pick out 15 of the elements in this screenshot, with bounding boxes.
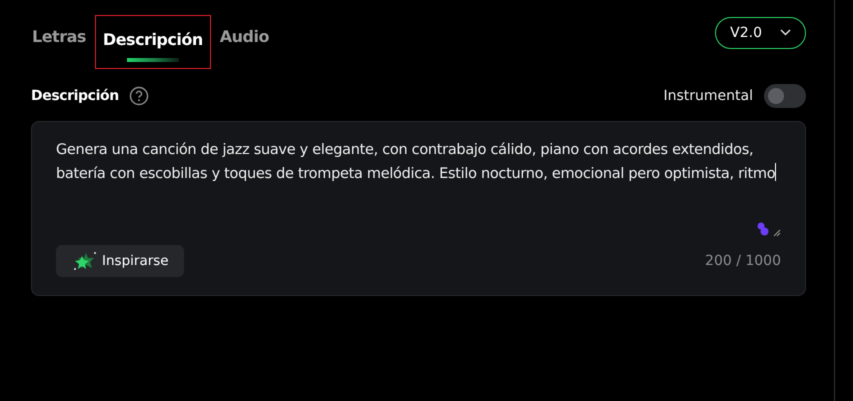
tab[interactable]: Descripción xyxy=(94,15,211,69)
tab[interactable]: Audio xyxy=(212,0,276,54)
inspire-button[interactable]: Inspirarse xyxy=(56,245,184,277)
sparkle-star-icon xyxy=(72,250,98,272)
toggle-label: Instrumental xyxy=(664,88,753,104)
resize-handle-icon[interactable] xyxy=(773,229,781,237)
field-label: Descripción xyxy=(31,88,119,104)
character-counter: 200 / 1000 xyxy=(705,253,781,269)
toggle-switch[interactable] xyxy=(764,84,806,108)
chevron-down-icon xyxy=(780,29,791,36)
tab[interactable]: Letras xyxy=(31,0,93,54)
version-select[interactable]: V2.0 xyxy=(715,16,806,48)
help-icon[interactable] xyxy=(128,86,149,106)
dots-icon[interactable] xyxy=(757,222,769,237)
description-field[interactable]: Genera una canción de jazz suave y elegante, con contrabajo cálido, piano con acordes extendidos, batería con escobillas y toques de trompeta melódica. Estilo nocturno, emocional pero optimista, ritmo Inspirarse 200 / 1000 xyxy=(31,121,806,296)
